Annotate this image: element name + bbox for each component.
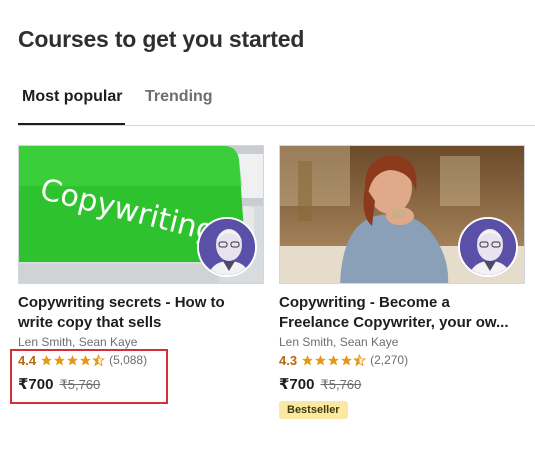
rating-value: 4.4	[18, 352, 37, 368]
course-title-line2: Freelance Copywriter, your ow...	[279, 314, 509, 331]
star-half-icon	[92, 353, 106, 366]
instructor-avatar	[197, 217, 257, 277]
current-price: ₹700	[18, 376, 54, 393]
tab-trending[interactable]: Trending	[145, 88, 213, 106]
rating-count: (2,270)	[370, 353, 409, 367]
rating-stars	[301, 353, 367, 367]
instructor-avatar	[458, 217, 518, 277]
rating-stars	[40, 353, 106, 367]
star-full-icon	[315, 354, 326, 365]
rating-row: 4.4 (5,088)	[18, 351, 264, 369]
course-title[interactable]: Copywriting secrets - How to write copy …	[18, 293, 264, 333]
course-title-line1: Copywriting - Become a	[279, 294, 450, 311]
star-full-icon	[328, 354, 339, 365]
instructor-names: Len Smith, Sean Kaye	[279, 335, 399, 349]
instructor-names: Len Smith, Sean Kaye	[18, 335, 138, 349]
price-row: ₹700 ₹5,760	[279, 375, 525, 393]
rating-row: 4.3 (2,270)	[279, 351, 525, 369]
price-row: ₹700 ₹5,760	[18, 375, 264, 393]
star-full-icon	[67, 354, 78, 365]
course-thumbnail[interactable]	[279, 145, 525, 284]
star-full-icon	[341, 354, 352, 365]
rating-value: 4.3	[279, 352, 298, 368]
course-title-line1: Copywriting secrets - How to	[18, 294, 225, 311]
current-price: ₹700	[279, 376, 315, 393]
course-title[interactable]: Copywriting - Become a Freelance Copywri…	[279, 293, 525, 333]
star-half-icon	[353, 353, 367, 366]
tab-bar: Most popular Trending	[18, 86, 535, 126]
original-price: ₹5,760	[59, 377, 101, 392]
active-tab-indicator	[18, 123, 125, 125]
course-card[interactable]: Copywriting Copywriting secrets - How to…	[18, 145, 264, 393]
bestseller-badge: Bestseller	[279, 401, 348, 419]
star-full-icon	[54, 354, 65, 365]
section-title: Courses to get you started	[18, 26, 305, 52]
star-full-icon	[41, 354, 52, 365]
course-card[interactable]: Copywriting - Become a Freelance Copywri…	[279, 145, 525, 419]
tab-most-popular[interactable]: Most popular	[22, 88, 122, 106]
star-full-icon	[302, 354, 313, 365]
star-full-icon	[80, 354, 91, 365]
course-thumbnail[interactable]: Copywriting	[18, 145, 264, 284]
original-price: ₹5,760	[320, 377, 362, 392]
course-title-line2: write copy that sells	[18, 314, 162, 331]
rating-count: (5,088)	[109, 353, 148, 367]
